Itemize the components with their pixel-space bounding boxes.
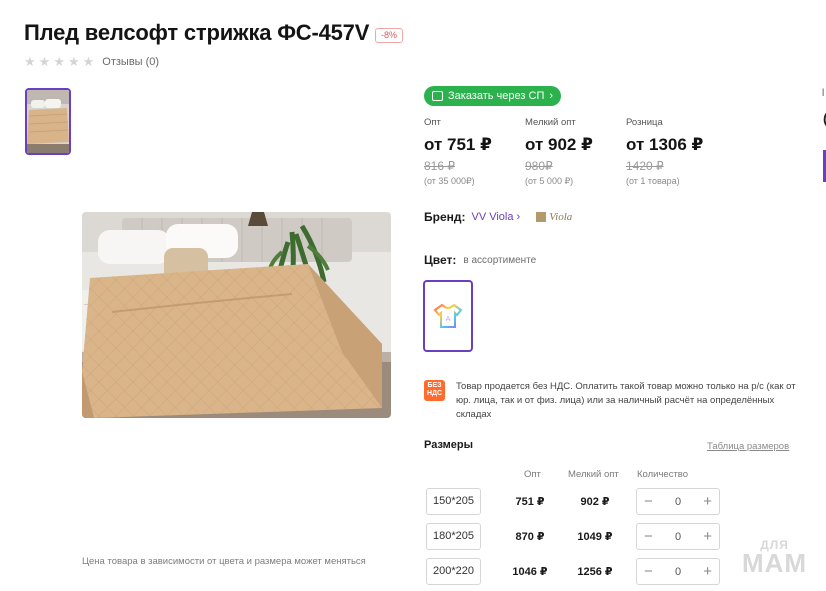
minus-button[interactable]: − <box>644 529 653 544</box>
svg-text:A: A <box>446 315 451 323</box>
col-header-opt: Опт <box>524 469 541 480</box>
right-panel-edge-label: l <box>822 88 825 99</box>
brand-link[interactable]: VV Viola › <box>472 211 521 223</box>
star-icon: ★ <box>24 54 36 69</box>
order-via-sp-button[interactable]: Заказать через СП › <box>424 86 562 106</box>
color-row: Цвет: в ассортименте <box>424 253 536 267</box>
vat-notice: Товар продается без НДС. Оплатить такой … <box>456 381 796 420</box>
rating[interactable]: ★ ★ ★ ★ ★ Отзывы (0) <box>24 55 159 69</box>
quantity-stepper: − 0 + <box>636 488 720 515</box>
minus-button[interactable]: − <box>644 564 653 579</box>
star-icon: ★ <box>53 54 65 69</box>
col-header-small-opt: Мелкий опт <box>568 469 619 480</box>
plus-button[interactable]: + <box>703 564 712 579</box>
price-retail: Розница от 1306 ₽ 1420 ₽ (от 1 товара) <box>626 117 704 186</box>
size-price-small-opt: 1256 ₽ <box>577 566 613 578</box>
color-value: в ассортименте <box>463 254 537 266</box>
size-price-opt: 1046 ₽ <box>512 566 548 578</box>
col-header-qty: Количество <box>637 469 689 480</box>
quantity-stepper: − 0 + <box>636 558 720 585</box>
price-small-wholesale: Мелкий опт от 902 ₽ 980₽ (от 5 000 ₽) <box>525 117 593 186</box>
color-label: Цвет: <box>424 253 457 267</box>
quantity-value[interactable]: 0 <box>675 531 681 543</box>
brand-logo[interactable]: Viola <box>536 211 572 223</box>
quantity-value[interactable]: 0 <box>675 566 681 578</box>
size-price-small-opt: 1049 ₽ <box>577 531 613 543</box>
minus-button[interactable]: − <box>644 494 653 509</box>
plus-button[interactable]: + <box>703 494 712 509</box>
price-block: Опт от 751 ₽ 816 ₽ (от 35 000₽) Мелкий о… <box>424 117 727 187</box>
plus-button[interactable]: + <box>703 529 712 544</box>
order-button-label: Заказать через СП <box>448 90 545 102</box>
star-icon: ★ <box>67 54 80 69</box>
page-title: Плед велсофт стрижка ФС-457V <box>24 20 370 45</box>
tshirt-icon: A <box>433 303 463 328</box>
product-thumbnail[interactable] <box>25 88 71 155</box>
quantity-value[interactable]: 0 <box>675 496 681 508</box>
discount-badge: -8% <box>375 28 404 43</box>
chevron-right-icon: › <box>549 90 554 102</box>
cart-icon <box>432 91 443 101</box>
brand-logo-icon <box>536 212 547 222</box>
watermark-logo: ДЛЯ МАМ <box>742 538 808 578</box>
star-icon: ★ <box>82 54 95 69</box>
size-price-small-opt: 902 ₽ <box>580 496 610 508</box>
star-icon: ★ <box>38 54 51 69</box>
price-note: Цена товара в зависимости от цвета и раз… <box>82 556 366 567</box>
brand-row: Бренд: VV Viola › Viola <box>424 210 572 224</box>
price-wholesale: Опт от 751 ₽ 816 ₽ (от 35 000₽) <box>424 117 492 186</box>
breadcrumb-cut: · · · · · · · · · · · · · · · · · · · · … <box>120 0 287 5</box>
size-price-opt: 751 ₽ <box>515 496 545 508</box>
size-label: 180*205 <box>426 523 481 550</box>
sizes-title: Размеры <box>424 439 474 451</box>
no-vat-icon: БЕЗ НДС <box>424 380 445 401</box>
size-label: 150*205 <box>426 488 481 515</box>
color-swatch-assorted[interactable]: A <box>423 280 473 352</box>
quantity-stepper: − 0 + <box>636 523 720 550</box>
size-label: 200*220 <box>426 558 481 585</box>
brand-label: Бренд: <box>424 210 466 224</box>
reviews-link[interactable]: Отзывы (0) <box>102 56 159 68</box>
size-chart-link[interactable]: Таблица размеров <box>707 441 789 452</box>
size-price-opt: 870 ₽ <box>515 531 545 543</box>
product-main-photo[interactable] <box>82 212 391 418</box>
